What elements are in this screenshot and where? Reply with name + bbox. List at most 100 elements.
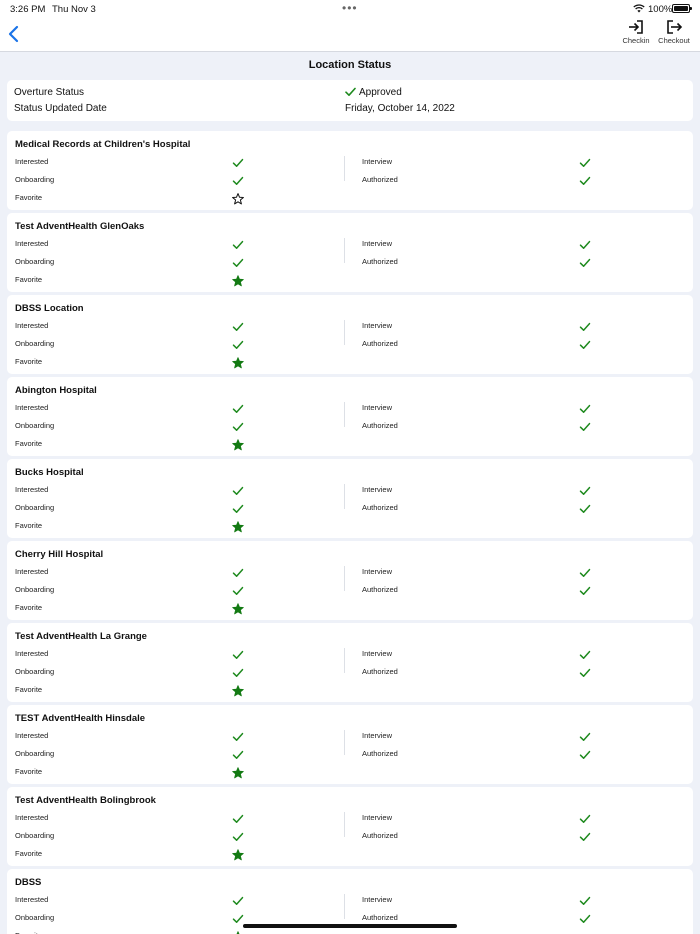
interview-label: Interview — [362, 731, 393, 740]
column-divider — [344, 894, 345, 919]
column-divider — [344, 320, 345, 345]
multitasking-dots-icon[interactable]: ••• — [342, 1, 358, 15]
location-card[interactable]: Test AdventHealth GlenOaks Interested Onbo… — [7, 213, 693, 292]
overture-status-label: Overture Status — [14, 87, 85, 98]
approved-check-icon — [345, 87, 356, 100]
checkin-label: Checkin — [622, 36, 650, 45]
authorized-check-icon — [579, 338, 591, 350]
interview-check-icon — [579, 648, 591, 660]
location-name: Bucks Hospital — [15, 467, 84, 478]
wifi-icon — [633, 4, 645, 16]
favorite-star-filled-icon[interactable] — [232, 766, 244, 779]
authorized-check-icon — [579, 420, 591, 432]
column-divider — [344, 730, 345, 755]
authorized-label: Authorized — [362, 913, 398, 922]
location-card[interactable]: DBSS Location Interested Onboarding Favorit… — [7, 295, 693, 374]
favorite-star-filled-icon[interactable] — [232, 356, 244, 369]
authorized-check-icon — [579, 666, 591, 678]
location-card[interactable]: Medical Records at Children's Hospital In… — [7, 131, 693, 210]
onboarding-label: Onboarding — [15, 339, 55, 348]
location-name: DBSS Location — [15, 303, 84, 314]
onboarding-check-icon — [232, 748, 244, 760]
onboarding-check-icon — [232, 338, 244, 350]
authorized-check-icon — [579, 748, 591, 760]
interested-label: Interested — [15, 157, 49, 166]
favorite-label: Favorite — [15, 849, 43, 858]
checkin-button[interactable]: Checkin — [618, 18, 654, 52]
interested-label: Interested — [15, 731, 49, 740]
status-updated-date-row: Status Updated Date Friday, October 14, … — [14, 101, 684, 117]
favorite-label: Favorite — [15, 603, 43, 612]
interested-check-icon — [232, 812, 244, 824]
interested-label: Interested — [15, 649, 49, 658]
favorite-star-filled-icon[interactable] — [232, 520, 244, 533]
authorized-label: Authorized — [362, 831, 398, 840]
checkout-icon — [667, 20, 683, 34]
interested-check-icon — [232, 894, 244, 906]
favorite-label: Favorite — [15, 521, 43, 530]
favorite-star-filled-icon[interactable] — [232, 684, 244, 697]
interview-label: Interview — [362, 321, 393, 330]
interested-check-icon — [232, 730, 244, 742]
column-divider — [344, 402, 345, 427]
interview-label: Interview — [362, 403, 393, 412]
location-card[interactable]: Test AdventHealth La Grange Interested Onb… — [7, 623, 693, 702]
status-date: Thu Nov 3 — [52, 4, 96, 15]
overture-status-row: Overture Status Approved — [14, 85, 684, 101]
location-card[interactable]: Test AdventHealth Bolingbrook Interested O… — [7, 787, 693, 866]
overture-status-value: Approved — [359, 87, 402, 98]
location-card[interactable]: Abington Hospital Interested Onboarding Fav… — [7, 377, 693, 456]
location-name: Test AdventHealth Bolingbrook — [15, 795, 156, 806]
favorite-star-filled-icon[interactable] — [232, 438, 244, 451]
location-card[interactable]: Cherry Hill Hospital Interested Onboarding… — [7, 541, 693, 620]
location-card[interactable]: Bucks Hospital Interested Onboarding Favori… — [7, 459, 693, 538]
favorite-star-filled-icon[interactable] — [232, 602, 244, 615]
interested-check-icon — [232, 320, 244, 332]
interested-label: Interested — [15, 239, 49, 248]
onboarding-label: Onboarding — [15, 503, 55, 512]
favorite-star-outline-icon[interactable] — [232, 192, 244, 205]
authorized-label: Authorized — [362, 175, 398, 184]
location-name: Medical Records at Children's Hospital — [15, 139, 191, 150]
back-chevron-icon[interactable] — [6, 23, 24, 45]
interested-check-icon — [232, 484, 244, 496]
interested-label: Interested — [15, 895, 49, 904]
interested-label: Interested — [15, 321, 49, 330]
column-divider — [344, 238, 345, 263]
onboarding-check-icon — [232, 502, 244, 514]
favorite-star-filled-icon[interactable] — [232, 930, 244, 934]
favorite-star-filled-icon[interactable] — [232, 848, 244, 861]
interview-check-icon — [579, 320, 591, 332]
favorite-label: Favorite — [15, 275, 43, 284]
onboarding-label: Onboarding — [15, 421, 55, 430]
interview-label: Interview — [362, 485, 393, 494]
checkout-button[interactable]: Checkout — [656, 18, 692, 52]
overture-status-card: Overture Status Approved Status Updated … — [7, 80, 693, 121]
location-name: Abington Hospital — [15, 385, 97, 396]
onboarding-check-icon — [232, 912, 244, 924]
onboarding-check-icon — [232, 256, 244, 268]
interview-label: Interview — [362, 157, 393, 166]
onboarding-check-icon — [232, 666, 244, 678]
onboarding-check-icon — [232, 830, 244, 842]
interview-check-icon — [579, 156, 591, 168]
column-divider — [344, 156, 345, 181]
home-indicator[interactable] — [243, 924, 457, 928]
interview-check-icon — [579, 894, 591, 906]
location-card[interactable]: TEST AdventHealth Hinsdale Interested Onbo… — [7, 705, 693, 784]
battery-icon — [672, 4, 692, 13]
page-title: Location Status — [308, 59, 392, 71]
onboarding-label: Onboarding — [15, 585, 55, 594]
interested-check-icon — [232, 156, 244, 168]
authorized-label: Authorized — [362, 585, 398, 594]
interested-label: Interested — [15, 567, 49, 576]
interview-check-icon — [579, 402, 591, 414]
favorite-star-filled-icon[interactable] — [232, 274, 244, 287]
location-name: Test AdventHealth GlenOaks — [15, 221, 145, 232]
authorized-check-icon — [579, 502, 591, 514]
favorite-label: Favorite — [15, 357, 43, 366]
onboarding-check-icon — [232, 584, 244, 596]
interested-label: Interested — [15, 813, 49, 822]
authorized-label: Authorized — [362, 339, 398, 348]
interview-check-icon — [579, 566, 591, 578]
